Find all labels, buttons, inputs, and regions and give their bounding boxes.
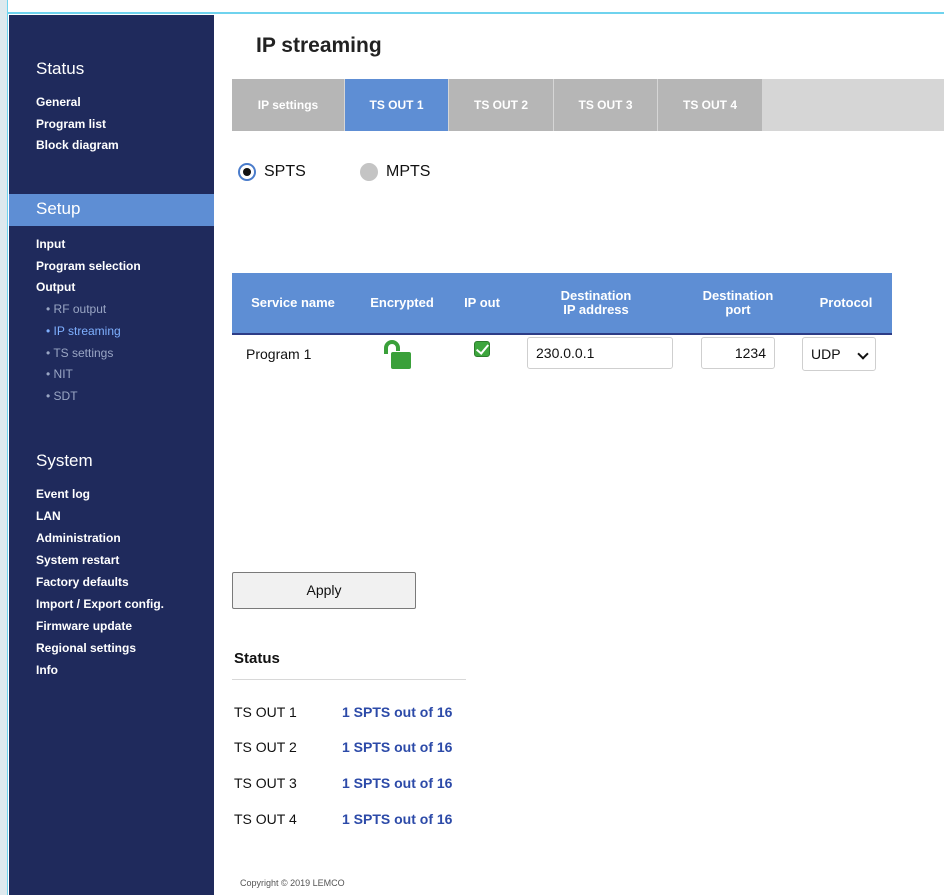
streams-table-header: Service name Encrypted IP out Destinatio… [232, 273, 892, 333]
header-destination-ip-line1: Destination [560, 288, 632, 303]
radio-unchecked-icon [360, 163, 378, 181]
status-divider [232, 679, 466, 680]
sidebar-item-factory-defaults[interactable]: Factory defaults [36, 575, 129, 589]
header-encrypted: Encrypted [370, 295, 434, 310]
radio-spts[interactable]: SPTS [238, 163, 306, 181]
sidebar-item-import-export[interactable]: Import / Export config. [36, 597, 164, 611]
tab-ts-out-2[interactable]: TS OUT 2 [449, 79, 554, 131]
destination-port-field[interactable]: 1234 [701, 337, 775, 369]
status-value-ts-out-3: 1 SPTS out of 16 [342, 775, 453, 791]
sidebar-section-setup[interactable]: Setup [36, 199, 80, 219]
sidebar-item-program-list[interactable]: Program list [36, 117, 106, 131]
sidebar-item-general[interactable]: General [36, 95, 81, 109]
radio-spts-label: SPTS [264, 163, 306, 180]
sidebar-item-lan[interactable]: LAN [36, 509, 61, 523]
tab-bar: IP settings TS OUT 1 TS OUT 2 TS OUT 3 T… [232, 79, 944, 131]
chevron-down-icon [857, 348, 869, 360]
sdt-label: SDT [53, 389, 78, 403]
radio-checked-icon [238, 163, 256, 181]
cell-service-name: Program 1 [246, 346, 312, 362]
sidebar-item-system-restart[interactable]: System restart [36, 553, 119, 567]
header-service-name: Service name [251, 295, 335, 310]
apply-button[interactable]: Apply [232, 572, 416, 609]
sidebar-item-administration[interactable]: Administration [36, 531, 121, 545]
protocol-select[interactable]: UDP [802, 337, 876, 371]
header-destination-port-line1: Destination [702, 288, 774, 303]
unlocked-icon [384, 340, 411, 369]
radio-mpts-label: MPTS [386, 163, 431, 180]
sidebar-item-firmware-update[interactable]: Firmware update [36, 619, 132, 633]
destination-ip-field[interactable]: 230.0.0.1 [527, 337, 673, 369]
status-label-ts-out-1: TS OUT 1 [234, 704, 297, 720]
tab-ip-settings[interactable]: IP settings [232, 79, 345, 131]
status-value-ts-out-2: 1 SPTS out of 16 [342, 739, 453, 755]
sidebar-item-block-diagram[interactable]: Block diagram [36, 138, 119, 152]
status-label-ts-out-4: TS OUT 4 [234, 811, 297, 827]
sidebar-subitem-rf-output[interactable]: • RF output [46, 302, 106, 316]
sidebar-subitem-nit[interactable]: • NIT [46, 367, 73, 381]
tab-ts-out-3[interactable]: TS OUT 3 [554, 79, 658, 131]
ip-streaming-label: IP streaming [53, 324, 121, 338]
sidebar-subitem-sdt[interactable]: • SDT [46, 389, 78, 403]
nit-label: NIT [53, 367, 73, 381]
copyright-text: Copyright © 2019 LEMCO [240, 878, 345, 888]
status-label-ts-out-2: TS OUT 2 [234, 739, 297, 755]
ts-settings-label: TS settings [53, 346, 114, 360]
sidebar: Status General Program list Block diagra… [9, 15, 214, 895]
sidebar-section-status: Status [36, 59, 85, 78]
sidebar-item-regional-settings[interactable]: Regional settings [36, 641, 136, 655]
radio-mpts[interactable]: MPTS [360, 163, 430, 181]
header-destination-ip-line2: IP address [563, 302, 629, 317]
sidebar-subitem-ts-settings[interactable]: • TS settings [46, 346, 113, 360]
ip-out-checkbox[interactable] [474, 341, 490, 357]
sidebar-item-output[interactable]: Output [36, 280, 75, 294]
status-section-title: Status [234, 650, 280, 667]
header-ip-out: IP out [464, 295, 500, 310]
table-header-underline [232, 333, 892, 335]
sidebar-subitem-ip-streaming[interactable]: • IP streaming [46, 324, 121, 338]
sidebar-item-input[interactable]: Input [36, 237, 65, 251]
header-protocol: Protocol [819, 295, 873, 310]
rf-output-label: RF output [53, 302, 107, 316]
page-title: IP streaming [256, 34, 382, 57]
status-value-ts-out-4: 1 SPTS out of 16 [342, 811, 453, 827]
header-destination-ip: Destination IP address [522, 273, 670, 333]
protocol-select-value: UDP [811, 346, 841, 362]
sidebar-section-system: System [36, 451, 93, 470]
sidebar-item-info[interactable]: Info [36, 663, 58, 677]
tab-ts-out-4[interactable]: TS OUT 4 [658, 79, 763, 131]
header-destination-port-line2: port [725, 302, 751, 317]
status-label-ts-out-3: TS OUT 3 [234, 775, 297, 791]
sidebar-item-event-log[interactable]: Event log [36, 487, 90, 501]
header-destination-port: Destination port [688, 273, 788, 333]
sidebar-item-program-selection[interactable]: Program selection [36, 259, 141, 273]
top-frame-line [0, 0, 944, 14]
left-frame-border [0, 0, 8, 895]
tab-ts-out-1[interactable]: TS OUT 1 [345, 79, 449, 131]
status-value-ts-out-1: 1 SPTS out of 16 [342, 704, 453, 720]
